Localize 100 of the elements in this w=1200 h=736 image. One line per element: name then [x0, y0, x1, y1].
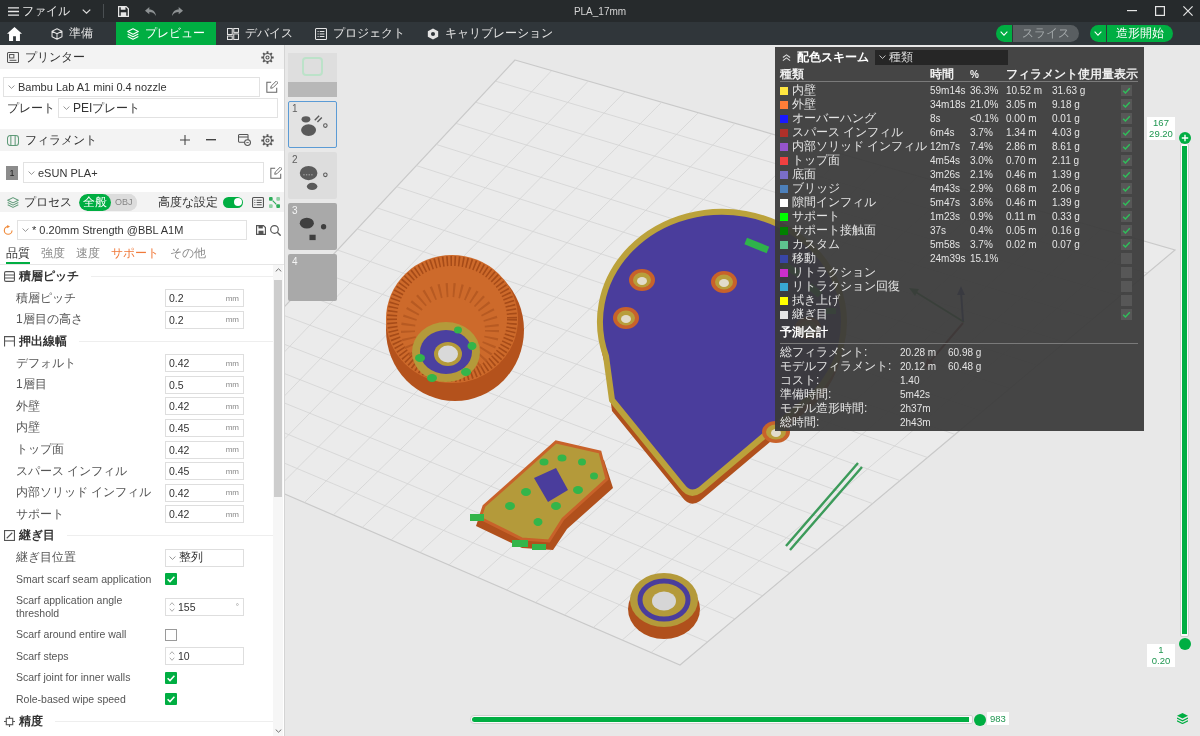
weight-cell-text: 1.39 g [1052, 169, 1081, 180]
layer-height: 29.20 [1149, 128, 1173, 139]
feature-type-label: 移動 [792, 250, 817, 267]
setting-label: Scarf around entire wall [16, 627, 128, 643]
advanced-settings-label: 高度な設定 [158, 193, 218, 211]
unit-label: mm [225, 401, 239, 411]
time-cell-text: 12m7s [930, 141, 961, 152]
time-cell-text: 6m4s [930, 127, 956, 138]
weight-cell-text: 4.03 g [1052, 127, 1081, 138]
percent-cell-text: 15.1% [970, 253, 1000, 264]
feature-type-label: オーバーハング [792, 110, 877, 127]
percent-cell-text: 3.7% [970, 127, 994, 138]
section-title: フィラメント [25, 131, 97, 149]
column-header: フィラメント使用量 [1006, 66, 1114, 83]
time-cell-text: 24m39s [930, 253, 967, 264]
length-cell-text: 0.00 m [1006, 113, 1038, 124]
layer-number: 1 [1158, 645, 1164, 656]
total-value: 20.12 m [900, 361, 938, 372]
feature-type-label: サポート [792, 208, 841, 224]
setting-label: Role-based wipe speed [16, 692, 127, 707]
layer-number: 167 [1153, 118, 1169, 129]
total-label: コスト: [780, 372, 821, 388]
total-value: 5m42s [900, 389, 931, 400]
setting-label: 外壁 [16, 397, 41, 415]
setting-label: Smart scarf seam application [16, 571, 153, 587]
length-cell-text: 10.52 m [1006, 85, 1044, 96]
column-header: 時間 [930, 66, 955, 83]
unit-label: mm [225, 293, 239, 303]
percent-cell-text: 0.4% [970, 225, 994, 236]
setting-label: Scarf application angle threshold [16, 592, 124, 621]
setting-label: Scarf joint for inner walls [16, 670, 132, 686]
total-value: 2h37m [900, 403, 932, 414]
unit-label: mm [225, 466, 239, 476]
unit-label: mm [225, 380, 239, 390]
feature-type-label: 隙間インフィル [792, 194, 877, 210]
setting-label: 1層目 [16, 376, 48, 394]
unit-label: mm [225, 423, 239, 433]
length-cell-text: 0.70 m [1006, 155, 1038, 166]
percent-cell-text: 2.1% [970, 169, 994, 180]
length-cell-text: 0.02 m [1006, 239, 1038, 250]
percent-cell-text: 7.4% [970, 141, 994, 152]
legend-title: 配色スキーム [797, 48, 869, 66]
unit-label: mm [225, 509, 239, 519]
setting-label: 内部ソリッド インフィル [16, 484, 153, 502]
length-cell-text: 2.86 m [1006, 141, 1038, 152]
layer-height: 0.20 [1151, 655, 1171, 666]
feature-type-label: 継ぎ目 [792, 306, 829, 323]
weight-cell-text: 31.63 g [1052, 85, 1087, 96]
feature-type-label: ブリッジ [792, 180, 841, 196]
weight-cell-text: 0.16 g [1052, 225, 1081, 236]
total-value: 60.48 g [948, 361, 983, 372]
feature-type-label: 底面 [792, 166, 817, 182]
setting-label: デフォルト [16, 354, 77, 372]
weight-cell-text: 2.11 g [1052, 155, 1081, 166]
time-cell-text: 59m14s [930, 85, 967, 96]
length-cell-text: 0.46 m [1006, 197, 1038, 208]
feature-type-label: 内壁 [792, 82, 817, 98]
action-button: スライス [1013, 25, 1079, 42]
section-title: プロセス [24, 193, 72, 211]
group-title: 押出線幅 [19, 333, 67, 351]
setting-label: サポート [16, 505, 65, 523]
percent-cell-text: 0.9% [970, 211, 994, 222]
feature-type-label: リトラクション回復 [792, 278, 901, 294]
weight-cell-text: 9.18 g [1052, 99, 1081, 110]
setting-label: 積層ピッチ [16, 289, 77, 307]
percent-cell-text: 3.7% [970, 239, 994, 250]
time-cell-text: 37s [930, 225, 948, 236]
length-cell-text: 0.46 m [1006, 169, 1038, 180]
total-value: 20.28 m [900, 347, 938, 358]
time-cell-text: 4m43s [930, 183, 961, 194]
unit-label: mm [225, 315, 239, 325]
total-label: 準備時間: [780, 386, 833, 402]
total-value: 60.98 g [948, 347, 983, 358]
column-header: % [970, 69, 980, 80]
time-cell-text: 3m26s [930, 169, 961, 180]
length-cell-text: 0.05 m [1006, 225, 1038, 236]
weight-cell-text: 0.07 g [1052, 239, 1081, 250]
length-cell-text: 1.34 m [1006, 127, 1038, 138]
setting-label: 内壁 [16, 419, 41, 437]
setting-label: Scarf steps [16, 648, 70, 664]
percent-cell-text: <0.1% [970, 113, 1000, 124]
setting-label: トップ面 [16, 441, 65, 459]
move-value-label: 983 [987, 712, 1009, 725]
group-title: 積層ピッチ [19, 268, 79, 286]
total-label: 総フィラメント: [780, 344, 869, 361]
length-cell-text: 0.68 m [1006, 183, 1038, 194]
column-header: 種類 [780, 66, 805, 83]
column-header: 表示 [1114, 66, 1138, 83]
unit-label: mm [225, 358, 239, 368]
length-cell-text: 0.11 m [1006, 211, 1037, 222]
window-title: PLA_17mm [573, 5, 627, 17]
group-title: 精度 [19, 712, 43, 730]
percent-cell-text: 2.9% [970, 183, 994, 194]
time-cell-text: 4m54s [930, 155, 961, 166]
total-label: モデルフィラメント: [780, 358, 893, 375]
group-title: 継ぎ目 [19, 527, 55, 545]
feature-type-label: サポート接触面 [792, 222, 877, 239]
weight-cell-text: 2.06 g [1052, 183, 1081, 194]
feature-type-label: スパース インフィル [792, 124, 905, 140]
feature-type-label: リトラクション [792, 264, 877, 281]
